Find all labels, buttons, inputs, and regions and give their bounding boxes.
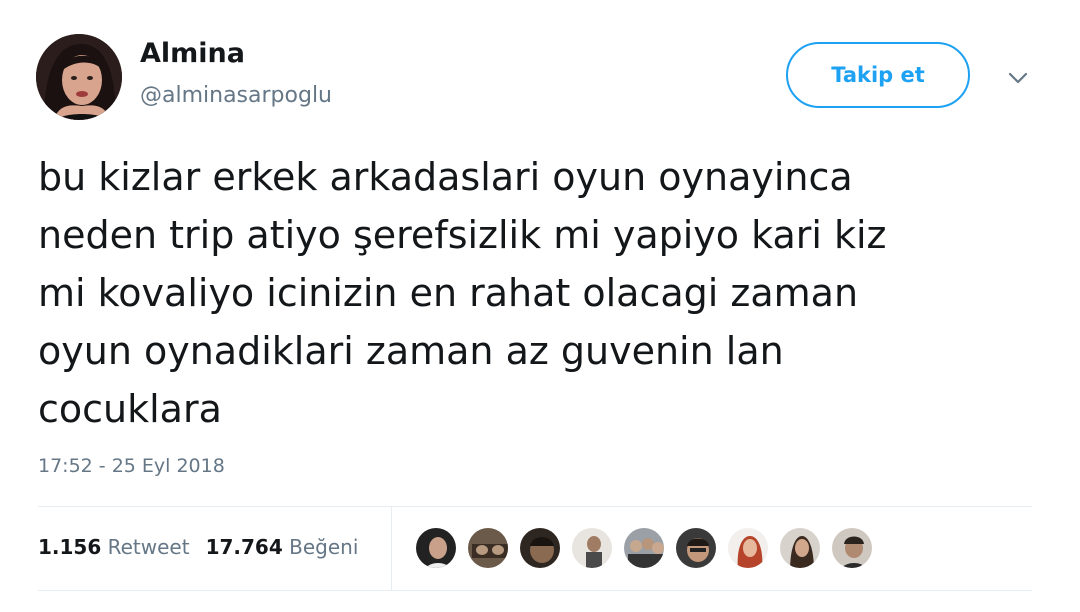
likes-stat[interactable]: 17.764 Beğeni [206,535,359,559]
display-name[interactable]: Almina [140,38,245,69]
divider [38,506,1032,507]
liker-avatar[interactable] [778,526,822,570]
tweet-stats: 1.156 Retweet 17.764 Beğeni [38,535,358,559]
tweet-text: bu kizlar erkek arkadaslari oyun oynayin… [38,148,1028,438]
follow-button[interactable]: Takip et [786,42,970,108]
avatar[interactable] [36,34,122,120]
tweet-timestamp[interactable]: 17:52 - 25 Eyl 2018 [38,455,225,477]
tweet-text-line: neden trip atiyo şerefsizlik mi yapiyo k… [38,213,887,257]
liker-avatar[interactable] [622,526,666,570]
likes-count: 17.764 [205,535,283,559]
tweet-card: Almina @alminasarpoglu Takip et bu kizla… [0,0,1080,612]
divider [391,506,392,590]
liker-avatar[interactable] [570,526,614,570]
liker-avatar[interactable] [830,526,874,570]
tweet-text-line: oyun oynadiklari zaman az guvenin lan [38,329,784,373]
tweet-text-line: cocuklara [38,387,222,431]
likes-label: Beğeni [289,535,359,559]
retweets-count: 1.156 [38,535,102,559]
divider [38,590,1032,591]
user-handle[interactable]: @alminasarpoglu [140,83,332,108]
tweet-text-line: mi kovaliyo icinizin en rahat olacagi za… [38,271,859,315]
chevron-down-icon[interactable] [1006,68,1030,88]
retweets-label: Retweet [107,535,190,559]
tweet-text-line: bu kizlar erkek arkadaslari oyun oynayin… [38,155,853,199]
retweets-stat[interactable]: 1.156 Retweet [38,535,190,559]
liker-avatar[interactable] [466,526,510,570]
liker-avatar[interactable] [674,526,718,570]
follow-button-label: Takip et [831,63,925,87]
liker-avatar[interactable] [518,526,562,570]
liker-avatar[interactable] [726,526,770,570]
liker-avatar[interactable] [414,526,458,570]
